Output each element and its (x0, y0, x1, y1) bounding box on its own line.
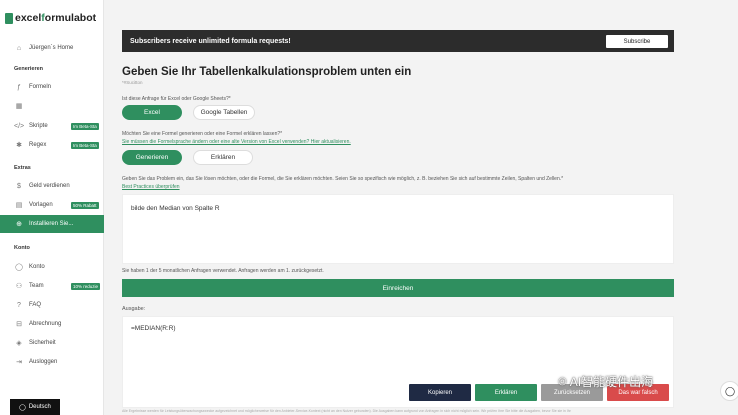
wechat-icon: ◎ (558, 376, 567, 387)
subscription-banner: Subscribers receive unlimited formula re… (122, 30, 674, 52)
globe-icon: ◯ (19, 404, 26, 411)
platform-question: Ist diese Anfrage für Excel oder Google … (122, 96, 231, 102)
section-account-label: Konto (14, 245, 30, 251)
usage-status: Sie haben 1 der 5 monatlichen Anfragen v… (122, 268, 324, 274)
sidebar-item-scripts[interactable]: </> Skripte Im Beta-Sta (0, 117, 104, 135)
regex-icon: ✱ (16, 142, 22, 149)
title-hint: *#Sucitton (122, 80, 143, 85)
submit-button[interactable]: Einreichen (122, 279, 674, 297)
templates-discount-badge: 50% Rabatt (71, 201, 99, 209)
option-excel[interactable]: Excel (122, 105, 182, 120)
chat-bubble-icon[interactable]: ◯ (720, 381, 738, 401)
scripts-beta-badge: Im Beta-Sta (71, 122, 99, 130)
problem-question: Geben Sie das Problem ein, das Sie lösen… (122, 176, 564, 182)
sidebar-item-logout[interactable]: ⇥ Ausloggen (0, 353, 104, 371)
sidebar-item-table[interactable]: ▦ (0, 97, 104, 115)
sidebar: excel f ormulabot ⌂ Jüergen´s Home Generie… (0, 0, 104, 415)
copy-button[interactable]: Kopieren (409, 384, 471, 401)
page-title: Geben Sie Ihr Tabellenkalkulationsproble… (122, 66, 412, 78)
sidebar-item-security[interactable]: ◈ Sicherheit (0, 334, 104, 352)
section-generate-label: Generieren (14, 66, 44, 72)
main-content: Subscribers receive unlimited formula re… (108, 0, 738, 415)
code-icon: </> (14, 122, 25, 130)
sidebar-item-team[interactable]: ⚇ Team 10% reduzie (0, 277, 104, 295)
template-icon: ▤ (15, 202, 23, 209)
team-icon: ⚇ (15, 283, 23, 290)
language-selector[interactable]: ◯ Deutsch (10, 399, 60, 415)
logout-icon: ⇥ (16, 359, 22, 366)
sidebar-item-billing[interactable]: ⊟ Abrechnung (0, 315, 104, 333)
sidebar-item-regex[interactable]: ✱ Regex Im Beta-Sta (0, 136, 104, 154)
plus-circle-icon: ⊕ (16, 221, 22, 228)
mode-question: Möchten Sie eine Formel generieren oder … (122, 131, 283, 137)
home-icon: ⌂ (16, 44, 22, 52)
sidebar-item-home[interactable]: ⌂ Jüergen´s Home (0, 39, 104, 57)
brand-logo[interactable]: excel f ormulabot (5, 12, 96, 24)
formula-language-link[interactable]: Sie müssen die Formelsprache ändern oder… (122, 139, 351, 145)
explain-button[interactable]: Erklären (475, 384, 537, 401)
subscribe-button[interactable]: Subscribe (606, 35, 668, 48)
money-icon: $ (17, 182, 21, 190)
shield-icon: ◈ (16, 340, 22, 347)
option-generate[interactable]: Generieren (122, 150, 182, 165)
sidebar-item-install[interactable]: ⊕ Installieren Sie... (0, 215, 104, 233)
disclaimer-text: Alle Ergebnisse werden für Leistungsüber… (122, 409, 571, 413)
sidebar-item-templates[interactable]: ▤ Vorlagen 50% Rabatt (0, 196, 104, 214)
section-extras-label: Extras (14, 165, 31, 171)
sidebar-item-formulas[interactable]: ƒ Formeln (0, 78, 104, 96)
option-google-sheets[interactable]: Google Tabellen (193, 105, 255, 120)
team-discount-badge: 10% reduzie (71, 282, 101, 290)
wechat-watermark: ◎ AI智能硬件出海 (558, 375, 654, 389)
option-explain[interactable]: Erklären (193, 150, 253, 165)
problem-input[interactable]: bilde den Median von Spalte R (122, 194, 674, 264)
user-icon: ◯ (15, 264, 23, 271)
excel-logo-icon (5, 12, 13, 24)
table-icon: ▦ (15, 103, 23, 110)
billing-icon: ⊟ (16, 321, 22, 328)
sidebar-item-faq[interactable]: ? FAQ (0, 296, 104, 314)
sidebar-item-account[interactable]: ◯ Konto (0, 258, 104, 276)
function-icon: ƒ (17, 83, 21, 91)
sidebar-item-earn[interactable]: $ Geld verdienen (0, 177, 104, 195)
best-practices-link[interactable]: Best Practices überprüfen (122, 184, 180, 190)
output-label: Ausgabe: (122, 306, 146, 312)
regex-beta-badge: Im Beta-Sta (71, 141, 99, 149)
question-icon: ? (17, 301, 21, 309)
